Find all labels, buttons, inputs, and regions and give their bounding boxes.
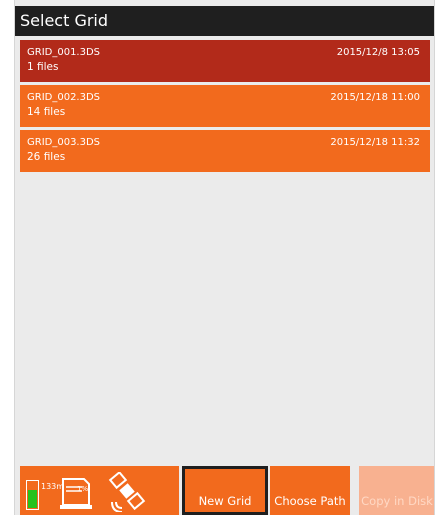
copy-in-disk-button[interactable]: Copy in Disk: [359, 466, 434, 515]
select-grid-window: Select Grid GRID_001.3DS 1 files 2015/12…: [14, 0, 435, 515]
grid-row-3[interactable]: GRID_003.3DS 26 files 2015/12/18 11:32: [20, 130, 430, 172]
grid-list: GRID_001.3DS 1 files 2015/12/8 13:05 GRI…: [20, 40, 430, 175]
choose-path-button[interactable]: Choose Path: [270, 466, 350, 515]
bottom-toolbar: 133m 1% New Grid Choose Path Copy in Dis…: [15, 466, 434, 515]
grid-date: 2015/12/18 11:00: [330, 92, 420, 103]
sd-card-icon: [60, 478, 92, 509]
grid-date: 2015/12/18 11:32: [330, 137, 420, 148]
grid-date: 2015/12/8 13:05: [336, 47, 420, 58]
grid-file-count: 1 files: [27, 61, 59, 73]
grid-row-1[interactable]: GRID_001.3DS 1 files 2015/12/8 13:05: [20, 40, 430, 82]
grid-file-count: 14 files: [27, 106, 66, 118]
battery-icon: [26, 480, 39, 510]
grid-row-2[interactable]: GRID_002.3DS 14 files 2015/12/18 11:00: [20, 85, 430, 127]
card-usage: 1%: [77, 485, 89, 493]
satellite-icon: [108, 472, 146, 512]
grid-file-count: 26 files: [27, 151, 66, 163]
status-panel: 133m 1%: [20, 466, 179, 515]
battery-level: [28, 490, 37, 508]
window-title: Select Grid: [15, 6, 434, 36]
new-grid-button[interactable]: New Grid: [182, 466, 268, 515]
